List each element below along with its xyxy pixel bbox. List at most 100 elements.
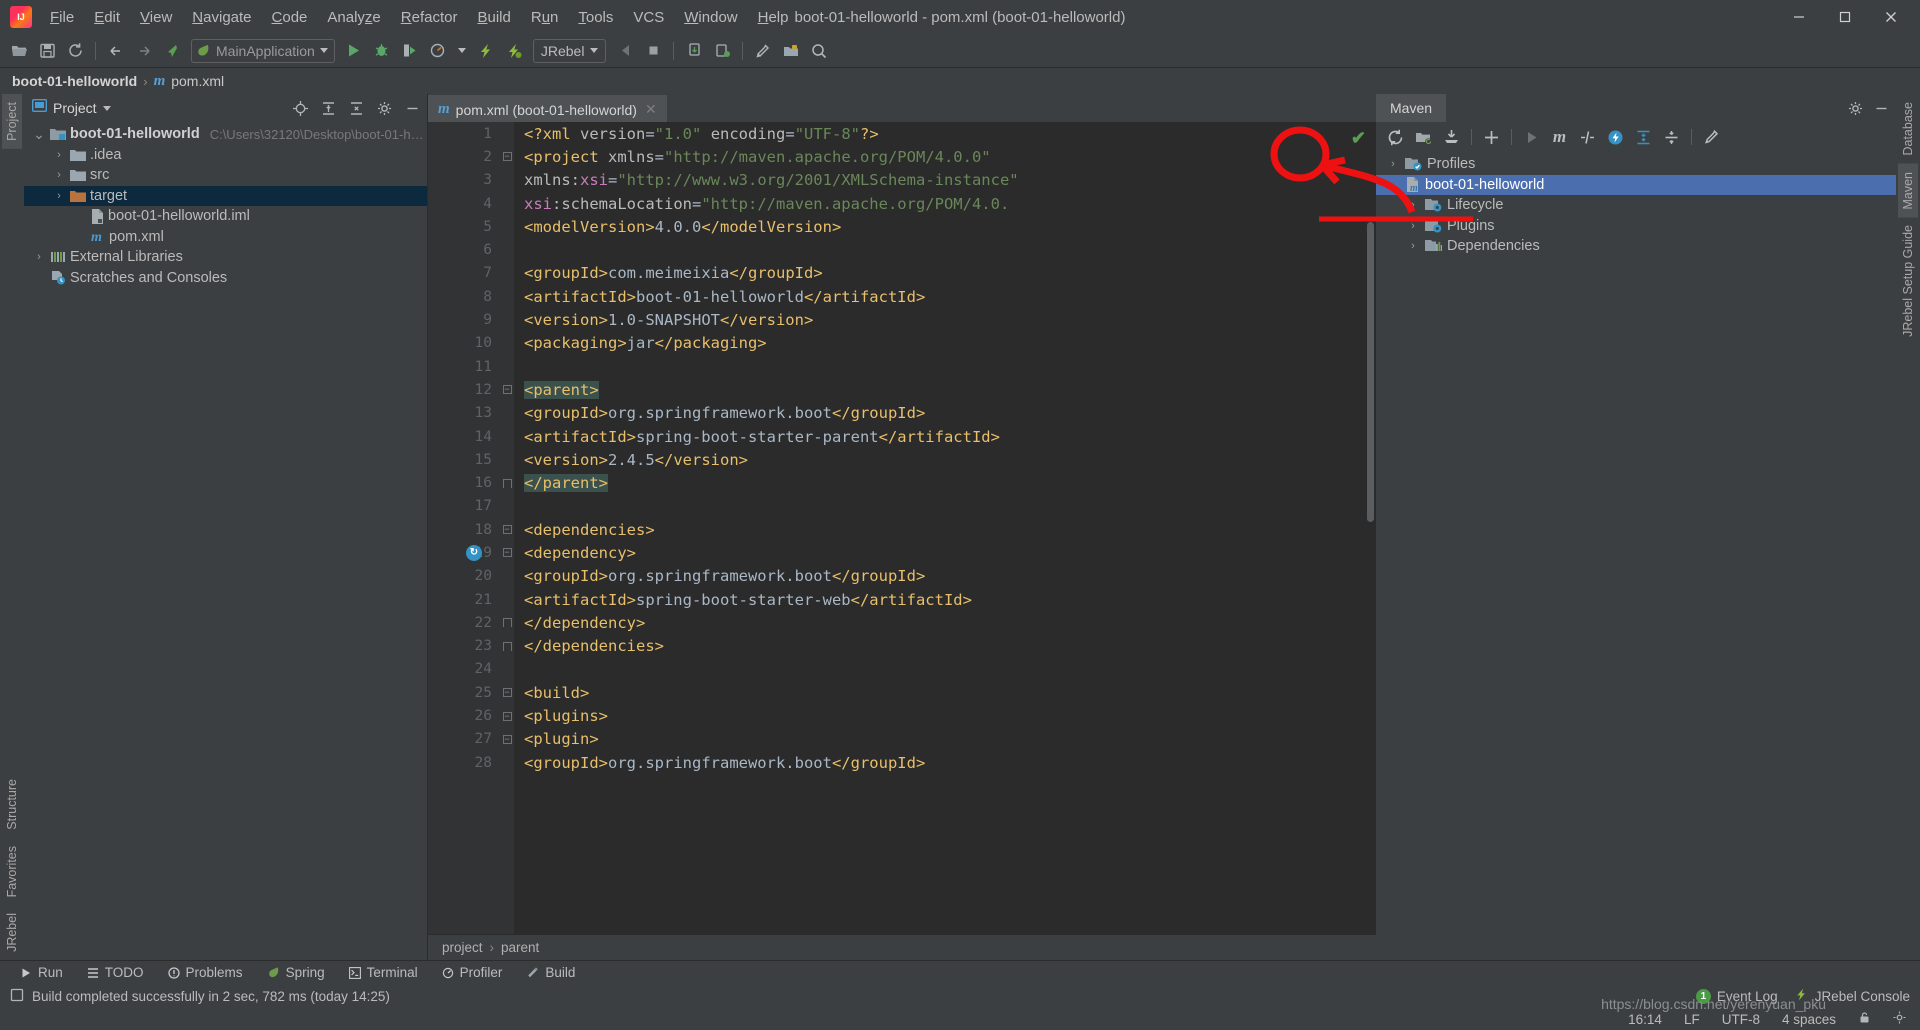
chevron-down-icon[interactable]: ⌄ xyxy=(32,127,46,141)
menu-bar[interactable]: File Edit View Navigate Code Analyze Refactor B… xyxy=(40,5,799,30)
hide-panel-icon[interactable] xyxy=(401,97,423,119)
hide-panel-icon[interactable] xyxy=(1870,97,1892,119)
breadcrumb-project[interactable]: boot-01-helloworld xyxy=(12,73,137,89)
editor-gutter[interactable]: 1 2 3 4 5 6 7 8 9 10 11 12 13 14 15 16 17 18 19 20 21 22 23 24 2… xyxy=(428,122,500,934)
code-line[interactable]: <dependency> xyxy=(524,541,1376,564)
jrebel-debug-icon[interactable] xyxy=(501,38,527,64)
fold-collapse-icon[interactable]: − xyxy=(500,518,514,541)
line-number[interactable]: 19 xyxy=(428,541,500,564)
line-number[interactable]: 28 xyxy=(428,751,500,774)
right-tool-strip[interactable]: Database Maven JRebel Setup Guide xyxy=(1896,94,1920,960)
menu-item-code[interactable]: Code xyxy=(262,5,318,30)
editor-tab-pom-xml[interactable]: m pom.xml (boot-01-helloworld) ✕ xyxy=(428,95,667,122)
bottom-tab-todo[interactable]: TODO xyxy=(87,965,144,980)
chevron-right-icon[interactable]: › xyxy=(1406,220,1420,232)
line-number[interactable]: 13 xyxy=(428,402,500,425)
code-line[interactable]: </parent> xyxy=(524,471,1376,494)
maven-tree-row[interactable]: › Plugins xyxy=(1376,216,1896,237)
minimize-button[interactable] xyxy=(1776,0,1822,34)
tool-tab-jrebel-setup-guide[interactable]: JRebel Setup Guide xyxy=(1898,217,1918,345)
gear-icon[interactable] xyxy=(1844,97,1866,119)
menu-item-navigate[interactable]: Navigate xyxy=(182,5,261,30)
project-tree-row[interactable]: ⌄ boot-01-helloworld C:\Users\32120\Deskto… xyxy=(24,124,427,145)
line-number[interactable]: 18 xyxy=(428,518,500,541)
sync-icon[interactable] xyxy=(62,38,88,64)
line-number[interactable]: 9 xyxy=(428,308,500,331)
editor-vertical-scrollbar[interactable] xyxy=(1367,222,1374,522)
menu-item-refactor[interactable]: Refactor xyxy=(391,5,468,30)
line-number[interactable]: 20 xyxy=(428,565,500,588)
editor-breadcrumb-bar[interactable]: project › parent xyxy=(428,934,1376,960)
line-number[interactable]: 7 xyxy=(428,262,500,285)
code-line[interactable]: xsi:schemaLocation = "http://maven.apache.… xyxy=(524,192,1376,215)
inspector-gear-icon[interactable] xyxy=(1893,1011,1906,1027)
back-arrow-icon[interactable] xyxy=(103,38,129,64)
code-line[interactable]: <?xml version = "1.0" encoding = "UTF-8" ?> xyxy=(524,122,1376,145)
close-button[interactable] xyxy=(1868,0,1914,34)
code-line[interactable]: <artifactId> spring-boot-starter-web </art… xyxy=(524,588,1376,611)
inspection-ok-icon[interactable]: ✔ xyxy=(1351,128,1366,149)
menu-item-file[interactable]: File xyxy=(40,5,84,30)
stop-square-icon[interactable] xyxy=(640,38,666,64)
project-structure-icon[interactable] xyxy=(778,38,804,64)
project-tree-row[interactable]: m pom.xml xyxy=(24,227,427,248)
line-number[interactable]: 11 xyxy=(428,355,500,378)
chevron-right-icon[interactable]: › xyxy=(1386,158,1400,170)
expand-all-icon[interactable] xyxy=(1630,124,1657,150)
line-number[interactable]: 6 xyxy=(428,238,500,261)
maven-toolbar[interactable]: m xyxy=(1376,122,1896,152)
line-number[interactable]: 8 xyxy=(428,285,500,308)
line-number[interactable]: 16 xyxy=(428,471,500,494)
update-project-icon[interactable] xyxy=(681,38,707,64)
unlocked-icon[interactable] xyxy=(1858,1011,1871,1027)
project-tree-row[interactable]: boot-01-helloworld.iml xyxy=(24,206,427,227)
code-line[interactable]: <groupId> org.springframework.boot </group… xyxy=(524,565,1376,588)
project-tree-row[interactable]: › .idea xyxy=(24,145,427,166)
code-line[interactable]: <groupId> org.springframework.boot </group… xyxy=(524,751,1376,774)
project-tree[interactable]: ⌄ boot-01-helloworld C:\Users\32120\Deskto… xyxy=(24,122,427,960)
code-line[interactable]: <artifactId> boot-01-helloworld </artifact… xyxy=(524,285,1376,308)
collapse-all-icon[interactable] xyxy=(345,97,367,119)
event-log-button[interactable]: 1 Event Log xyxy=(1695,988,1778,1004)
menu-item-window[interactable]: Window xyxy=(674,5,747,30)
run-icon[interactable] xyxy=(341,38,367,64)
bottom-tab-problems[interactable]: Problems xyxy=(167,965,243,980)
save-icon[interactable] xyxy=(34,38,60,64)
menu-item-analyze[interactable]: Analyze xyxy=(317,5,390,30)
code-line[interactable]: <artifactId> spring-boot-starter-parent </… xyxy=(524,425,1376,448)
download-sources-icon[interactable] xyxy=(1438,124,1465,150)
status-bar[interactable]: Build completed successfully in 2 sec, 7… xyxy=(0,984,1920,1008)
editor-tab-bar[interactable]: m pom.xml (boot-01-helloworld) ✕ xyxy=(428,94,1376,122)
fold-end-icon[interactable] xyxy=(500,611,514,634)
line-number[interactable]: 4 xyxy=(428,192,500,215)
code-line[interactable]: <version> 1.0-SNAPSHOT </version> xyxy=(524,308,1376,331)
jrebel-gutter-icon[interactable]: ↻ xyxy=(466,544,482,561)
menu-item-view[interactable]: View xyxy=(130,5,182,30)
code-line[interactable]: xmlns: xsi = "http://www.w3.org/2001/XMLSch… xyxy=(524,169,1376,192)
code-line[interactable]: <plugin> xyxy=(524,728,1376,751)
maven-settings-icon[interactable] xyxy=(1698,124,1725,150)
maximize-button[interactable] xyxy=(1822,0,1868,34)
chevron-down-icon[interactable]: ⌄ xyxy=(1386,178,1400,192)
breadcrumb[interactable]: boot-01-helloworld › m pom.xml xyxy=(0,68,1920,94)
debug-icon[interactable] xyxy=(369,38,395,64)
tool-tab-database[interactable]: Database xyxy=(1898,94,1918,164)
code-line[interactable]: <groupId> org.springframework.boot </group… xyxy=(524,402,1376,425)
search-everywhere-icon[interactable] xyxy=(806,38,832,64)
code-line[interactable]: <parent> xyxy=(524,378,1376,401)
maven-tree-row[interactable]: › Dependencies xyxy=(1376,236,1896,257)
gear-icon[interactable] xyxy=(373,97,395,119)
bottom-tab-run[interactable]: Run xyxy=(20,965,63,980)
editor-body[interactable]: 1 2 3 4 5 6 7 8 9 10 11 12 13 14 15 16 17 18 19 20 21 22 23 24 2… xyxy=(428,122,1376,934)
window-controls[interactable] xyxy=(1776,0,1920,34)
toggle-skip-tests-icon[interactable] xyxy=(1574,124,1601,150)
editor-breadcrumb-project[interactable]: project xyxy=(442,940,483,955)
menu-item-help[interactable]: Help xyxy=(748,5,799,30)
status-bar-right[interactable]: 1 Event Log JRebel Console xyxy=(1695,987,1910,1005)
line-number[interactable]: 1 xyxy=(428,122,500,145)
line-number[interactable]: 12 xyxy=(428,378,500,401)
bottom-tool-window-bar[interactable]: Run TODO Problems Spring Terminal Profiler Bui… xyxy=(0,960,1920,984)
bottom-tab-profiler[interactable]: Profiler xyxy=(442,965,502,980)
run-maven-build-icon[interactable] xyxy=(1518,124,1545,150)
line-number[interactable]: 26 xyxy=(428,704,500,727)
